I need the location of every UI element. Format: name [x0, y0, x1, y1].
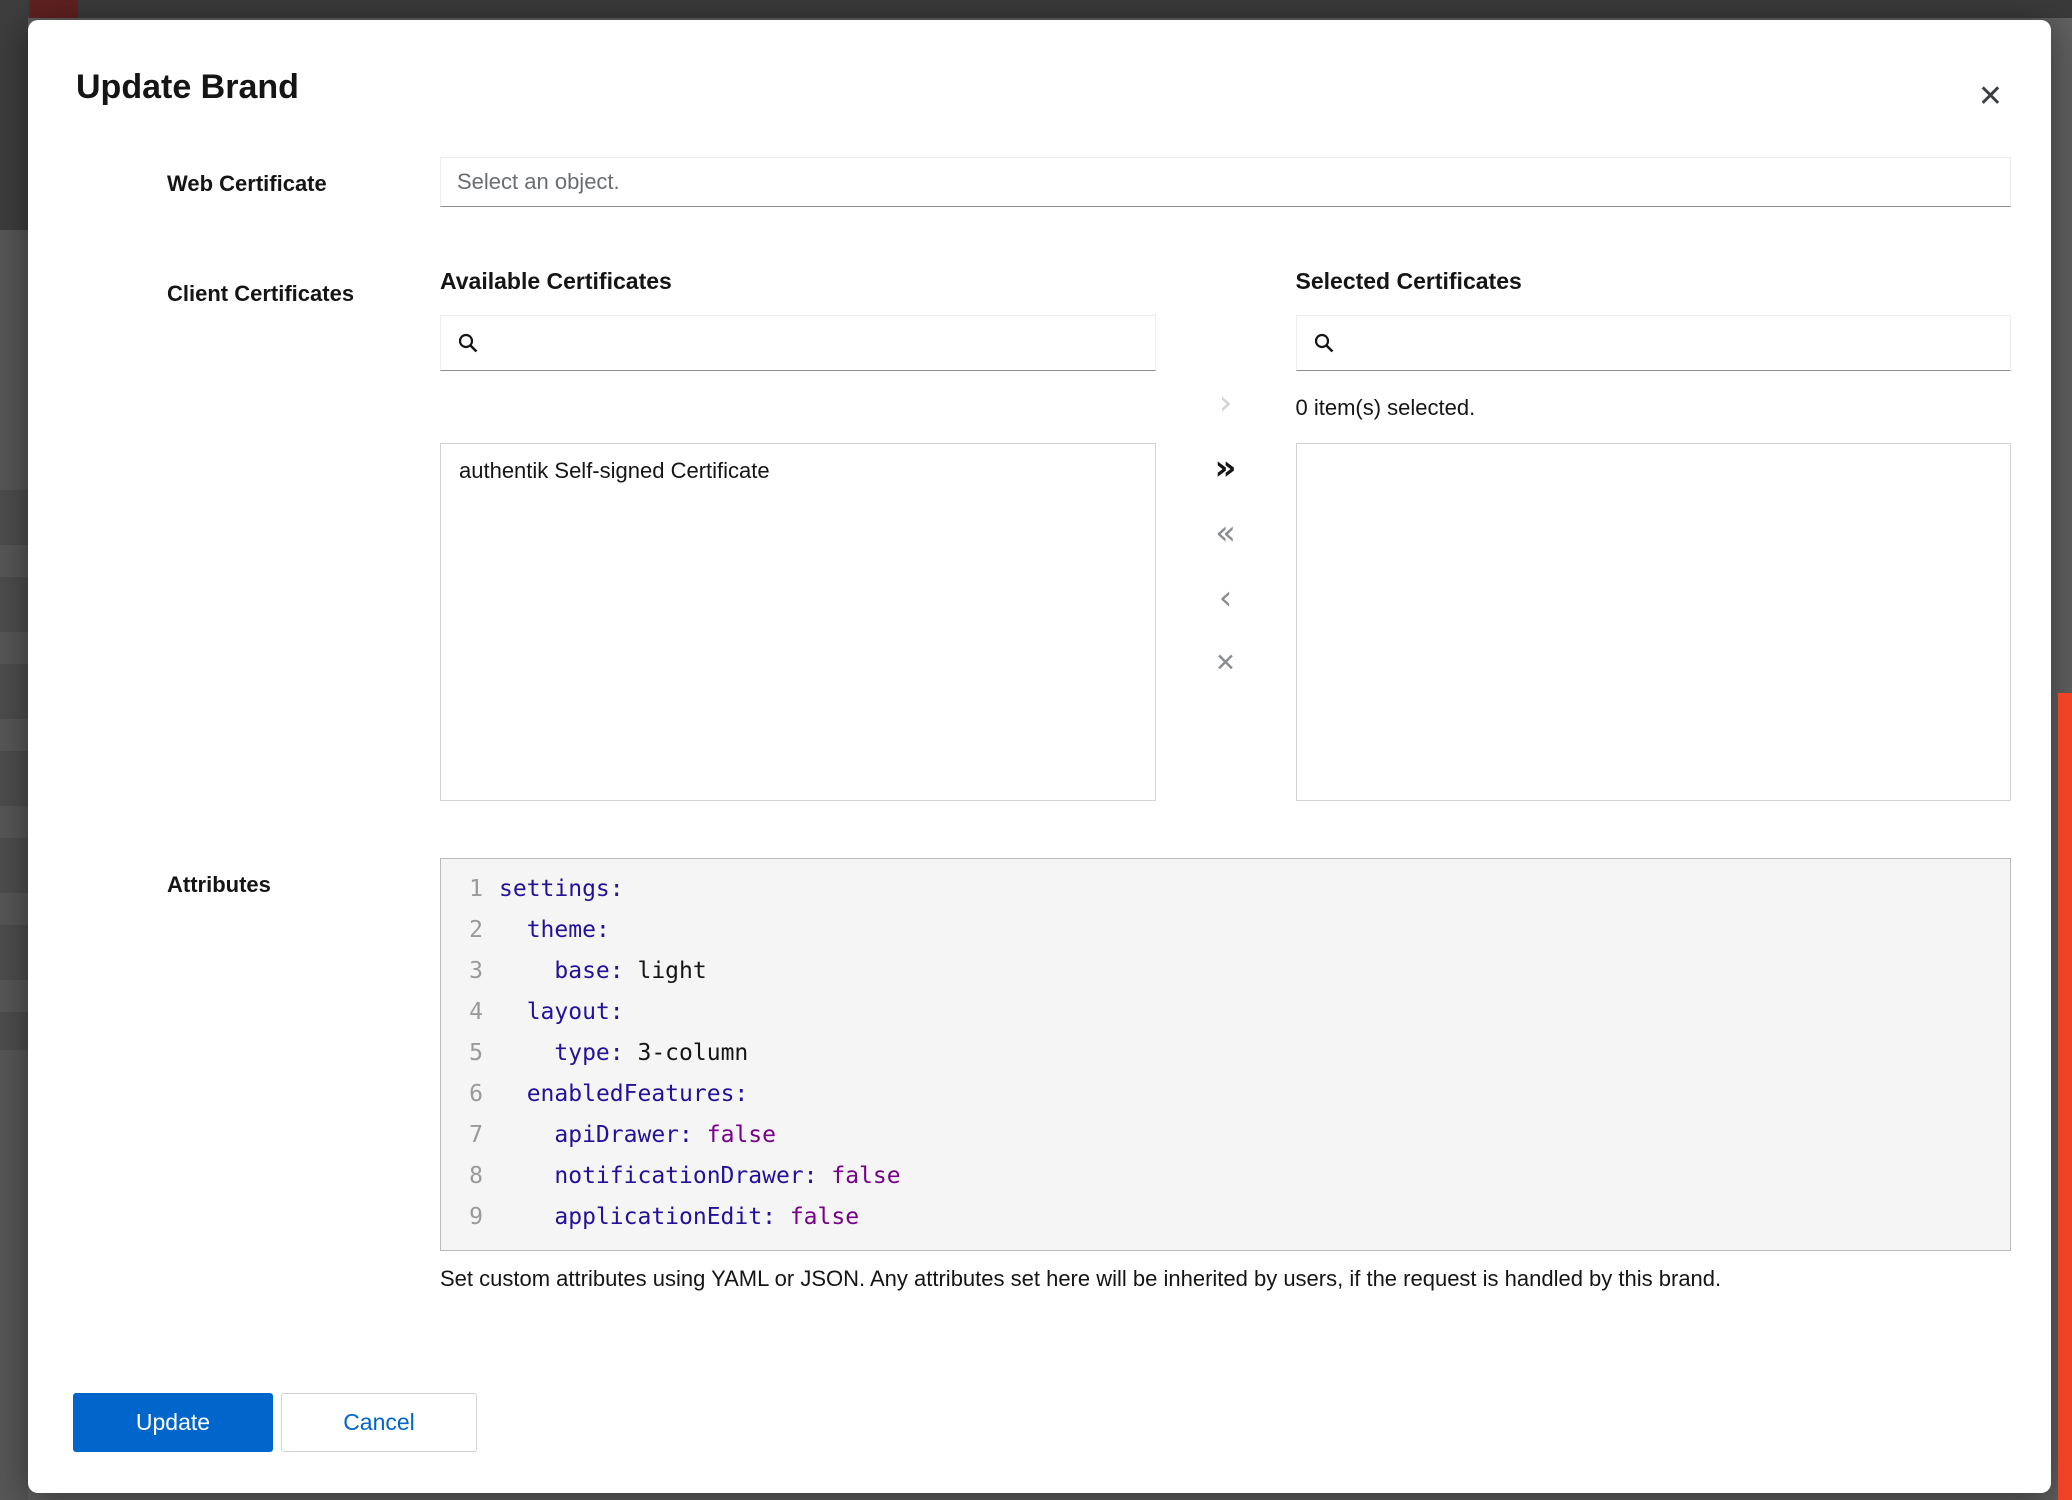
selected-certificates-heading: Selected Certificates: [1296, 267, 2012, 295]
move-all-left-button[interactable]: «: [1186, 500, 1266, 565]
line-number: 9: [441, 1197, 483, 1238]
selected-list[interactable]: [1296, 443, 2012, 801]
update-button[interactable]: Update: [73, 1393, 273, 1452]
client-certificates-row: Client Certificates Available Certificat…: [167, 267, 2011, 801]
certificate-list-item[interactable]: authentik Self-signed Certificate: [441, 444, 1155, 498]
line-number: 6: [441, 1074, 483, 1115]
line-number: 1: [441, 869, 483, 910]
background-sidebar-edge: [0, 0, 28, 1500]
client-certificates-label: Client Certificates: [167, 267, 440, 307]
web-certificate-row: Web Certificate: [167, 157, 2011, 207]
modal-footer: Update Cancel: [73, 1393, 2051, 1452]
background-topbar: [0, 0, 2072, 18]
line-number: 3: [441, 951, 483, 992]
clear-selected-button[interactable]: ✕: [1186, 630, 1266, 695]
update-brand-modal: ✕ Update Brand Web Certificate Client Ce…: [28, 20, 2051, 1493]
line-number: 2: [441, 910, 483, 951]
move-all-right-button[interactable]: »: [1186, 435, 1266, 500]
modal-title: Update Brand: [76, 65, 2051, 109]
code-line: notificationDrawer: false: [499, 1156, 2010, 1197]
close-button[interactable]: ✕: [1978, 82, 2003, 112]
attributes-code-editor[interactable]: 123456789 settings: theme: base: light l…: [440, 858, 2011, 1251]
attributes-field: 123456789 settings: theme: base: light l…: [440, 858, 2011, 1293]
code-content: settings: theme: base: light layout: typ…: [499, 869, 2010, 1240]
dual-list-selector: Available Certificates authentik Self-si…: [440, 267, 2011, 801]
available-status-spacer: [440, 371, 1156, 443]
available-search: [440, 315, 1156, 371]
available-certificates-pane: Available Certificates authentik Self-si…: [440, 267, 1156, 801]
code-line: layout:: [499, 992, 2010, 1033]
attributes-help-text: Set custom attributes using YAML or JSON…: [440, 1265, 2011, 1293]
search-icon: [1313, 332, 1335, 354]
update-brand-form: Web Certificate Client Certificates Avai…: [167, 157, 2011, 1293]
attributes-row: Attributes 123456789 settings: theme: ba…: [167, 858, 2011, 1293]
background-logo-block: [30, 0, 78, 18]
line-number: 5: [441, 1033, 483, 1074]
line-number: 8: [441, 1156, 483, 1197]
code-line: base: light: [499, 951, 2010, 992]
line-number: 7: [441, 1115, 483, 1156]
available-list[interactable]: authentik Self-signed Certificate: [440, 443, 1156, 801]
selected-count-status: 0 item(s) selected.: [1296, 371, 2012, 443]
code-line: enabledFeatures:: [499, 1074, 2010, 1115]
available-search-input[interactable]: [491, 316, 1139, 370]
code-line: applicationEdit: false: [499, 1197, 2010, 1238]
selected-certificates-pane: Selected Certificates 0 item(s) selected…: [1296, 267, 2012, 801]
web-certificate-label: Web Certificate: [167, 157, 440, 197]
web-certificate-select-input[interactable]: [440, 157, 2011, 207]
code-line: apiDrawer: false: [499, 1115, 2010, 1156]
move-selected-left-button[interactable]: ‹: [1186, 565, 1266, 630]
available-certificates-heading: Available Certificates: [440, 267, 1156, 295]
close-icon: ✕: [1978, 80, 2003, 113]
cancel-button[interactable]: Cancel: [281, 1393, 477, 1452]
selected-search: [1296, 315, 2012, 371]
move-selected-right-button[interactable]: ›: [1186, 370, 1266, 435]
code-line: type: 3-column: [499, 1033, 2010, 1074]
code-line: settings:: [499, 869, 2010, 910]
code-gutter: 123456789: [441, 869, 499, 1240]
scroll-accent-bar[interactable]: [2058, 693, 2072, 1500]
attributes-label: Attributes: [167, 858, 440, 898]
dual-list-controls: ›»«‹✕: [1156, 267, 1296, 801]
code-line: theme:: [499, 910, 2010, 951]
web-certificate-field: [440, 157, 2011, 207]
selected-search-input[interactable]: [1347, 316, 1995, 370]
search-icon: [457, 332, 479, 354]
line-number: 4: [441, 992, 483, 1033]
